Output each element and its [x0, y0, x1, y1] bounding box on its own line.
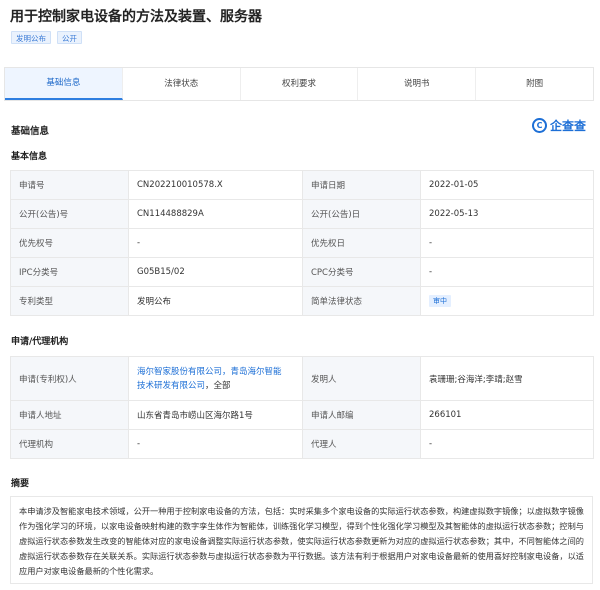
basic-info-heading: 基本信息 [11, 152, 48, 162]
tag-publication-type: 发明公布 [11, 31, 51, 44]
tab-legal-status[interactable]: 法律状态 [123, 68, 241, 100]
publication-number-value: CN114488829A [128, 199, 303, 229]
qichacha-logo[interactable]: C 企查查 [532, 117, 586, 134]
agency-table: 申请(专利权)人 海尔智家股份有限公司，青岛海尔智能 技术研发有限公司，全部 发… [10, 356, 594, 459]
postcode-label: 申请人邮编 [302, 400, 421, 430]
agency-heading: 申请/代理机构 [11, 337, 69, 347]
cpc-value: - [420, 257, 594, 287]
address-label: 申请人地址 [10, 400, 129, 430]
abstract-heading: 摘要 [11, 479, 30, 489]
table-row: 专利类型 发明公布 简单法律状态 审中 [10, 286, 594, 316]
ipc-value: G05B15/02 [128, 257, 303, 287]
publication-date-label: 公开(公告)日 [302, 199, 421, 229]
tab-basic-info[interactable]: 基础信息 [5, 68, 123, 100]
agency-label: 代理机构 [10, 429, 129, 459]
priority-date-label: 优先权日 [302, 228, 421, 258]
tag-list: 发明公布 公开 [11, 31, 82, 44]
applicant-suffix: ，全部 [205, 380, 231, 391]
priority-number-label: 优先权号 [10, 228, 129, 258]
abstract-text: 本申请涉及智能家电技术领域，公开一种用于控制家电设备的方法，包括：实时采集多个家… [10, 496, 593, 584]
legal-status-label: 简单法律状态 [302, 286, 421, 316]
page-title: 用于控制家电设备的方法及装置、服务器 [10, 9, 262, 25]
inventor-label: 发明人 [302, 356, 421, 401]
application-number-value: CN202210010578.X [128, 170, 303, 200]
qichacha-logo-icon: C [532, 118, 547, 133]
publication-number-label: 公开(公告)号 [10, 199, 129, 229]
applicant-value: 海尔智家股份有限公司，青岛海尔智能 技术研发有限公司，全部 [128, 356, 303, 401]
priority-date-value: - [420, 228, 594, 258]
basic-info-table: 申请号 CN202210010578.X 申请日期 2022-01-05 公开(… [10, 170, 594, 316]
patent-type-value: 发明公布 [128, 286, 303, 316]
priority-number-value: - [128, 228, 303, 258]
tab-description[interactable]: 说明书 [358, 68, 477, 100]
patent-type-label: 专利类型 [10, 286, 129, 316]
tab-bar: 基础信息 法律状态 权利要求 说明书 附图 [4, 67, 594, 101]
table-row: 优先权号 - 优先权日 - [10, 228, 594, 258]
applicant-label: 申请(专利权)人 [10, 356, 129, 401]
section-title: 基础信息 [11, 126, 50, 137]
ipc-label: IPC分类号 [10, 257, 129, 287]
inventor-value: 袁珊珊;谷海洋;李靖;赵雪 [420, 356, 594, 401]
agent-label: 代理人 [302, 429, 421, 459]
application-date-value: 2022-01-05 [420, 170, 594, 200]
postcode-value: 266101 [420, 400, 594, 430]
publication-date-value: 2022-05-13 [420, 199, 594, 229]
table-row: 代理机构 - 代理人 - [10, 429, 594, 459]
application-date-label: 申请日期 [302, 170, 421, 200]
tag-status: 公开 [57, 31, 82, 44]
legal-status-badge: 审中 [429, 295, 451, 307]
qichacha-logo-text: 企查查 [550, 119, 587, 133]
tab-drawings[interactable]: 附图 [476, 68, 593, 100]
cpc-label: CPC分类号 [302, 257, 421, 287]
agency-value: - [128, 429, 303, 459]
applicant-link-1[interactable]: 海尔智家股份有限公司，青岛海尔智能 [137, 367, 282, 377]
table-row: 申请人地址 山东省青岛市崂山区海尔路1号 申请人邮编 266101 [10, 400, 594, 430]
application-number-label: 申请号 [10, 170, 129, 200]
table-row: 申请号 CN202210010578.X 申请日期 2022-01-05 [10, 170, 594, 200]
table-row: 公开(公告)号 CN114488829A 公开(公告)日 2022-05-13 [10, 199, 594, 229]
tab-claims[interactable]: 权利要求 [241, 68, 359, 100]
applicant-link-2[interactable]: 技术研发有限公司 [137, 381, 205, 391]
table-row: IPC分类号 G05B15/02 CPC分类号 - [10, 257, 594, 287]
agent-value: - [420, 429, 594, 459]
address-value: 山东省青岛市崂山区海尔路1号 [128, 400, 303, 430]
table-row: 申请(专利权)人 海尔智家股份有限公司，青岛海尔智能 技术研发有限公司，全部 发… [10, 356, 594, 401]
